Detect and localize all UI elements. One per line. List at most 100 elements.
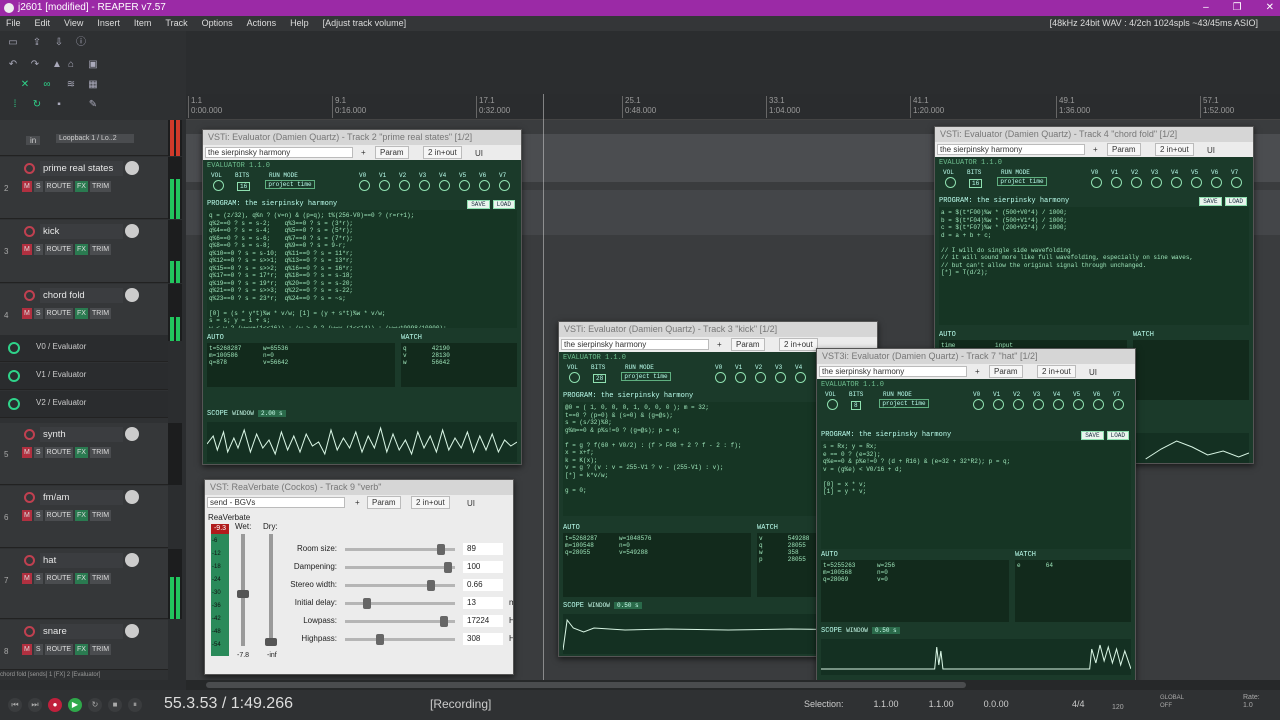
menu-track[interactable]: Track xyxy=(165,16,187,31)
track-name[interactable]: fm/am xyxy=(40,490,123,505)
dampening-value[interactable]: 100 xyxy=(463,561,503,573)
menu-item[interactable]: Item xyxy=(134,16,152,31)
v6-knob[interactable] xyxy=(479,180,490,191)
bits-value[interactable]: 8 xyxy=(851,401,861,410)
plugin-title[interactable]: VSTi: Evaluator (Damien Quartz) - Track … xyxy=(559,322,877,337)
volume-knob[interactable] xyxy=(125,224,139,238)
track-prime-real-states[interactable]: prime real states 2 M S ROUTE FX TRIM xyxy=(0,157,168,219)
track-fm-am[interactable]: fm/am 6 M S ROUTE FX TRIM xyxy=(0,486,168,548)
ui-toggle[interactable]: UI xyxy=(475,146,483,161)
play-button[interactable]: ▶ xyxy=(68,698,82,712)
selection-start[interactable]: 1.1.00 xyxy=(874,699,899,709)
evaluator-window-track7[interactable]: VST3i: Evaluator (Damien Quartz) - Track… xyxy=(816,348,1136,684)
input-select[interactable]: Loopback 1 / Lo..2 xyxy=(56,134,134,143)
io-button[interactable]: 2 in+out xyxy=(411,496,450,509)
trim-button[interactable]: TRIM xyxy=(89,644,112,655)
run-mode-button[interactable]: project time xyxy=(265,180,315,189)
v3-knob[interactable] xyxy=(1151,177,1162,188)
scrollbar-thumb[interactable] xyxy=(206,682,966,688)
fx-button[interactable]: FX xyxy=(75,447,88,458)
preset-select[interactable]: the sierpinsky harmony xyxy=(937,144,1085,155)
slider-handle[interactable] xyxy=(375,634,384,645)
v3-knob[interactable] xyxy=(419,180,430,191)
selection-end[interactable]: 1.1.00 xyxy=(929,699,954,709)
slider-handle[interactable] xyxy=(426,580,435,591)
track-synth[interactable]: synth 5 M S ROUTE FX TRIM xyxy=(0,423,168,485)
solo-button[interactable]: S xyxy=(33,447,43,458)
load-button[interactable]: LOAD xyxy=(492,200,515,209)
menu-options[interactable]: Options xyxy=(202,16,233,31)
param-button[interactable]: Param xyxy=(989,365,1023,378)
mute-button[interactable]: M xyxy=(22,181,32,192)
track-chord-fold[interactable]: chord fold 4 M S ROUTE FX TRIM xyxy=(0,284,168,341)
vol-knob[interactable] xyxy=(945,177,956,188)
new-project-icon[interactable]: ▭ xyxy=(6,37,20,49)
input-monitor-button[interactable]: in xyxy=(26,136,41,145)
bits-value[interactable]: 28 xyxy=(593,374,607,383)
lowpass-slider[interactable] xyxy=(345,616,455,627)
trim-button[interactable]: TRIM xyxy=(89,447,112,458)
group-icon[interactable]: ⁞ xyxy=(8,99,22,111)
code-editor[interactable]: s = Rx; y = Rx; e == 0 ? (e=32); q%e==0 … xyxy=(821,441,1131,549)
menu-edit[interactable]: Edit xyxy=(35,16,51,31)
v2-knob[interactable] xyxy=(399,180,410,191)
redo-icon[interactable]: ↷ xyxy=(28,59,42,71)
io-button[interactable]: 2 in+out xyxy=(423,146,462,159)
add-preset-button[interactable]: + xyxy=(361,145,366,160)
fx-button[interactable]: FX xyxy=(75,244,88,255)
envelope-lane-v1[interactable]: V1 / Evaluator xyxy=(0,363,168,390)
mute-button[interactable]: M xyxy=(22,244,32,255)
solo-button[interactable]: S xyxy=(33,644,43,655)
v2-knob[interactable] xyxy=(755,372,766,383)
trim-button[interactable]: TRIM xyxy=(89,244,112,255)
add-preset-button[interactable]: + xyxy=(1093,142,1098,157)
envelope-active-icon[interactable] xyxy=(8,398,20,410)
mute-button[interactable]: M xyxy=(22,447,32,458)
preset-select[interactable]: send - BGVs xyxy=(207,497,345,508)
track-name[interactable]: snare xyxy=(40,624,123,639)
envelope-lane-v0[interactable]: V0 / Evaluator xyxy=(0,335,168,362)
code-editor[interactable]: a = $(t*F00)%w * (500+V0*4) / 1000; b = … xyxy=(939,207,1249,325)
solo-button[interactable]: S xyxy=(33,308,43,319)
add-preset-button[interactable]: + xyxy=(355,495,360,510)
slider-handle[interactable] xyxy=(443,562,452,573)
grid-icon[interactable]: ⌂ xyxy=(64,59,78,71)
route-button[interactable]: ROUTE xyxy=(44,447,74,458)
save-project-icon[interactable]: ⇩ xyxy=(52,37,66,49)
fx-button[interactable]: FX xyxy=(75,644,88,655)
v1-knob[interactable] xyxy=(735,372,746,383)
envelope-active-icon[interactable] xyxy=(8,342,20,354)
dampening-slider[interactable] xyxy=(345,562,455,573)
record-arm-button[interactable] xyxy=(24,492,35,503)
bits-value[interactable]: 16 xyxy=(237,182,251,191)
route-button[interactable]: ROUTE xyxy=(44,573,74,584)
record-arm-button[interactable] xyxy=(24,429,35,440)
highpass-slider[interactable] xyxy=(345,634,455,645)
room-size-slider[interactable] xyxy=(345,544,455,555)
v7-knob[interactable] xyxy=(1231,177,1242,188)
run-mode-button[interactable]: project time xyxy=(621,372,671,381)
v7-knob[interactable] xyxy=(499,180,510,191)
save-button[interactable]: SAVE xyxy=(467,200,490,209)
v5-knob[interactable] xyxy=(1073,399,1084,410)
v1-knob[interactable] xyxy=(379,180,390,191)
v0-knob[interactable] xyxy=(715,372,726,383)
volume-knob[interactable] xyxy=(125,553,139,567)
time-display[interactable]: 55.3.53 / 1:49.266 xyxy=(164,695,293,713)
link-icon[interactable]: ∞ xyxy=(40,79,54,91)
lowpass-value[interactable]: 17224 xyxy=(463,615,503,627)
mute-button[interactable]: M xyxy=(22,510,32,521)
v4-knob[interactable] xyxy=(1171,177,1182,188)
selection-length[interactable]: 0.0.00 xyxy=(984,699,1009,709)
close-button[interactable]: ✕ xyxy=(1266,0,1274,16)
menu-help[interactable]: Help xyxy=(290,16,309,31)
vol-knob[interactable] xyxy=(827,399,838,410)
window-value[interactable]: 0.50 s xyxy=(614,602,642,609)
save-button[interactable]: SAVE xyxy=(1199,197,1222,206)
ui-toggle[interactable]: UI xyxy=(467,496,475,511)
v2-knob[interactable] xyxy=(1131,177,1142,188)
fx-button[interactable]: FX xyxy=(75,181,88,192)
io-button[interactable]: 2 in+out xyxy=(1037,365,1076,378)
run-mode-button[interactable]: project time xyxy=(997,177,1047,186)
go-to-end-icon[interactable]: ⏭ xyxy=(28,698,42,712)
